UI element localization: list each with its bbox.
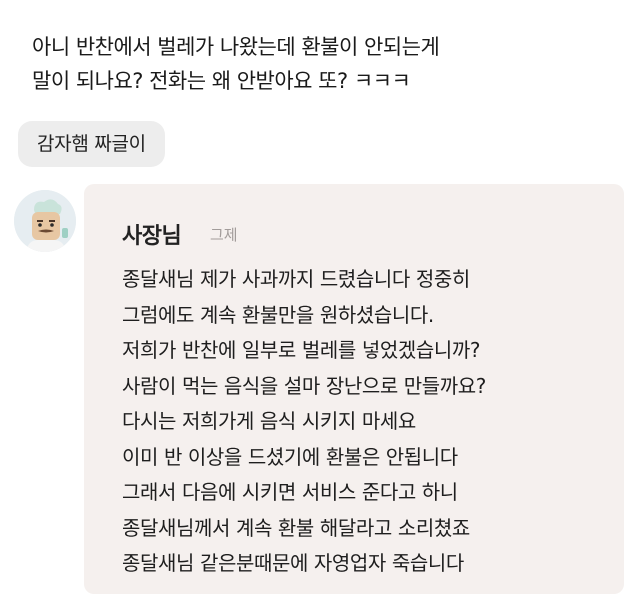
reply-line: 종달새님께서 계속 환불 해달라고 소리쳤죠 bbox=[122, 515, 470, 540]
owner-reply-card: 사장님 그제 종달새님 제가 사과까지 드렸습니다 정중히 그럼에도 계속 환불… bbox=[84, 184, 624, 594]
reply-line: 사람이 먹는 음식을 설마 장난으로 만들까요? bbox=[122, 373, 487, 398]
review-text: 아니 반찬에서 벌레가 나왔는데 환불이 안되는게 말이 되나요? 전화는 왜 … bbox=[32, 30, 592, 98]
reply-date: 그제 bbox=[210, 226, 238, 244]
reply-body: 종달새님 제가 사과까지 드렸습니다 정중히 그럼에도 계속 환불만을 원하셨습… bbox=[122, 262, 618, 582]
reply-author: 사장님 bbox=[122, 224, 182, 249]
reply-line: 저희가 반찬에 일부로 벌레를 넣었겠습니까? bbox=[122, 338, 481, 362]
chef-avatar-icon bbox=[14, 190, 76, 252]
reply-line: 그럼에도 계속 환불만을 원하셨습니다. bbox=[122, 302, 434, 327]
menu-tag-chip[interactable]: 감자햄 짜글이 bbox=[18, 121, 165, 167]
review-line: 말이 되나요? 전화는 왜 안받아요 또? ㅋㅋㅋ bbox=[32, 69, 411, 93]
reply-line: 이미 반 이상을 드셨기에 환불은 안됩니다 bbox=[122, 444, 458, 469]
review-line: 아니 반찬에서 벌레가 나왔는데 환불이 안되는게 bbox=[32, 35, 440, 59]
reply-line: 그래서 다음에 시키면 서비스 준다고 하니 bbox=[122, 480, 458, 504]
owner-avatar bbox=[14, 190, 76, 252]
reply-line: 종달새님 같은분때문에 자영업자 죽습니다 bbox=[122, 551, 464, 575]
reply-line: 다시는 저희가게 음식 시키지 마세요 bbox=[122, 409, 416, 433]
reply-line: 종달새님 제가 사과까지 드렸습니다 정중히 bbox=[122, 267, 470, 291]
